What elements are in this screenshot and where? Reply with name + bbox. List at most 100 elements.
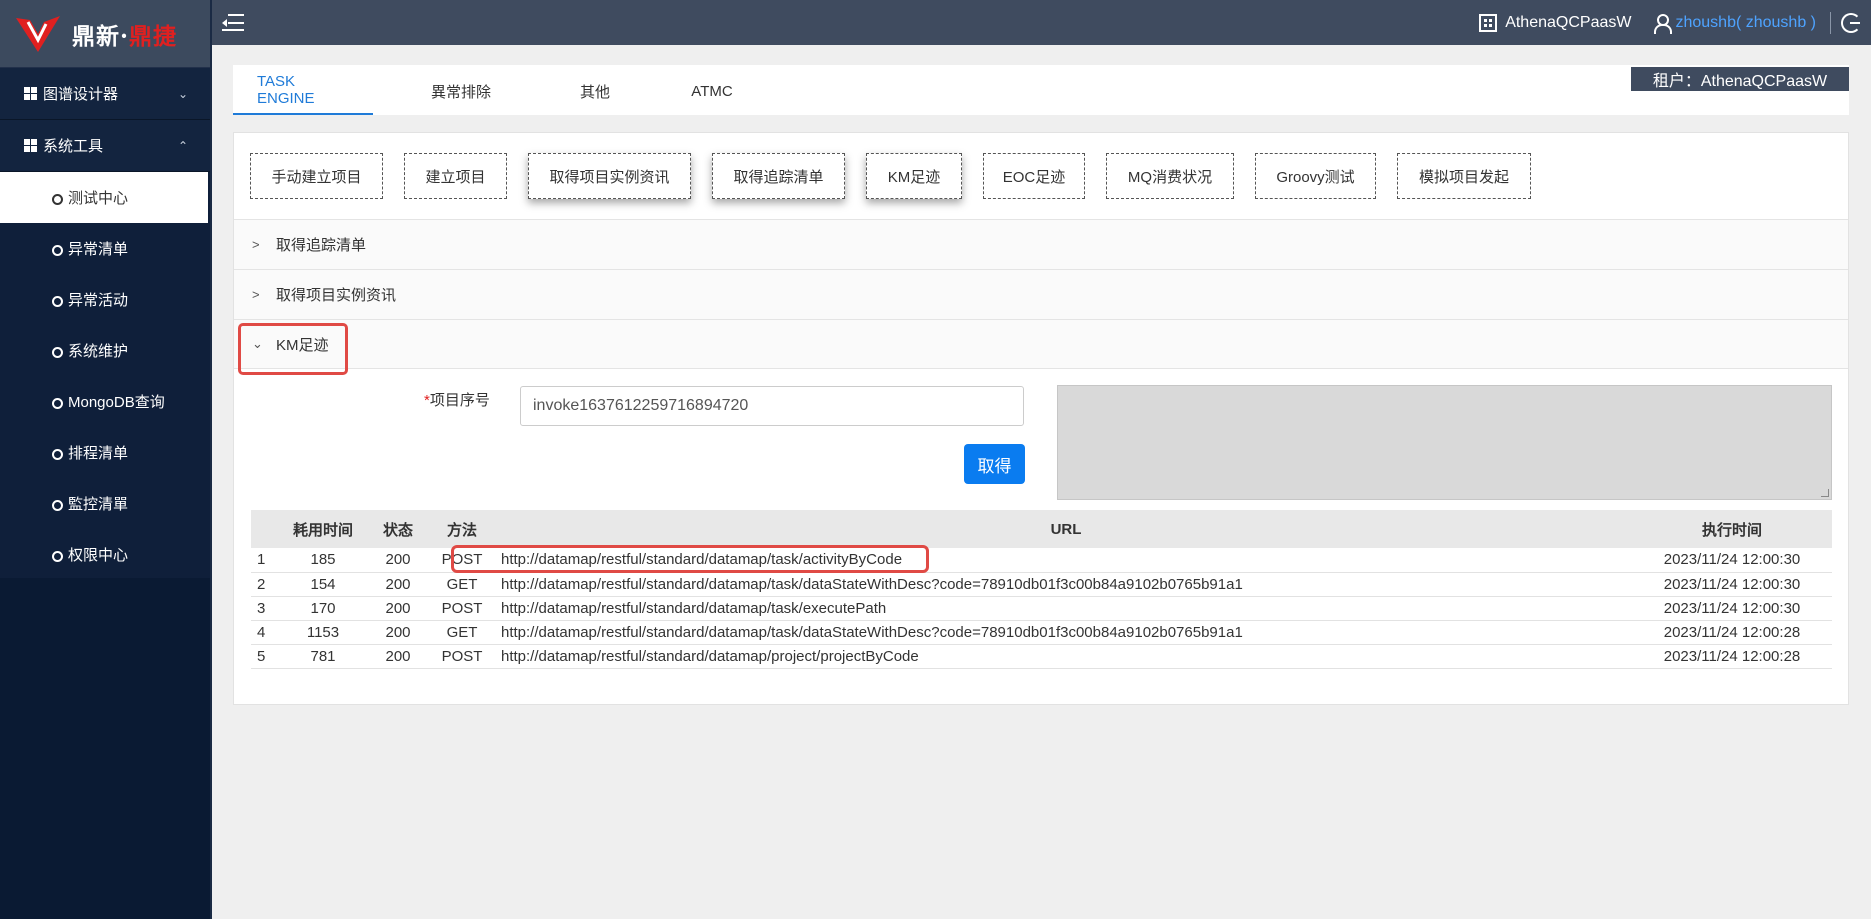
sidebar-item-label: 异常清单 (68, 241, 129, 258)
accordion-trace-list[interactable]: > 取得追踪清单 (234, 219, 1848, 269)
circle-icon (52, 245, 63, 256)
menu-toggle-icon[interactable] (222, 13, 244, 32)
top-bar: AthenaQCPaasW zhoushb( zhoushb ) (212, 0, 1871, 45)
col-method: 方法 (446, 521, 477, 539)
cell-exec-time: 2023/11/24 12:00:28 (1632, 620, 1832, 645)
tab-atmc[interactable]: ATMC (641, 67, 783, 115)
cell-time: 781 (287, 644, 359, 669)
cell-status: 200 (359, 620, 437, 645)
cell-time: 185 (287, 548, 359, 573)
sidebar-item-mongodb-query[interactable]: MongoDB查询 (0, 376, 210, 427)
result-textarea[interactable] (1057, 385, 1832, 500)
tenant-badge: 租户：AthenaQCPaasW (1631, 67, 1849, 91)
cell-time: 154 (287, 572, 359, 597)
cell-url: http://datamap/restful/standard/datamap/… (487, 644, 1632, 669)
circle-icon (52, 551, 63, 562)
user-icon (1653, 13, 1673, 34)
cell-url: http://datamap/restful/standard/datamap/… (487, 548, 1632, 573)
sidebar-item-system-maintenance[interactable]: 系统维护 (0, 325, 210, 376)
sidebar-group-graph-designer[interactable]: 图谱设计器 ⌄ (0, 68, 210, 120)
user-menu[interactable]: zhoushb( zhoushb ) (1653, 13, 1816, 34)
brand-logo-icon (16, 15, 60, 52)
mq-consume-status-button[interactable]: MQ消费状况 (1106, 153, 1234, 199)
sidebar-item-label: 排程清单 (68, 445, 129, 462)
project-id-label-text: 项目序号 (429, 392, 490, 409)
tab-other[interactable]: 其他 (549, 67, 641, 115)
accordion-label: 取得追踪清单 (276, 237, 367, 254)
cell-index: 4 (251, 620, 287, 645)
cell-exec-time: 2023/11/24 12:00:30 (1632, 572, 1832, 597)
get-project-instance-button[interactable]: 取得项目实例资讯 (528, 153, 691, 199)
circle-icon (52, 398, 63, 409)
cell-time: 1153 (287, 620, 359, 645)
sidebar-item-label: 权限中心 (68, 547, 129, 564)
grid-icon (24, 139, 37, 152)
cell-exec-time: 2023/11/24 12:00:28 (1632, 644, 1832, 669)
tab-exception-handling[interactable]: 異常排除 (373, 67, 549, 115)
sidebar-item-monitor-list[interactable]: 監控清單 (0, 478, 210, 529)
cell-status: 200 (359, 596, 437, 621)
main-panel: 手动建立项目 建立项目 取得项目实例资讯 取得追踪清单 KM足迹 EOC足迹 M… (233, 132, 1849, 705)
chevron-down-icon: ⌄ (177, 86, 188, 101)
sidebar-item-exception-activity[interactable]: 异常活动 (0, 274, 210, 325)
sidebar-item-permission-center[interactable]: 权限中心 (0, 529, 210, 580)
brand-sep: · (120, 22, 130, 50)
table-row: 5 781 200 POST http://datamap/restful/st… (251, 644, 1832, 669)
project-id-label: *项目序号 (424, 389, 490, 410)
sidebar-item-label: MongoDB查询 (68, 394, 165, 411)
sidebar-item-label: 异常活动 (68, 292, 129, 309)
chevron-right-icon: > (252, 287, 260, 302)
sidebar-empty-area (0, 578, 210, 919)
tenant-switcher[interactable]: AthenaQCPaasW (1479, 13, 1632, 32)
km-trace-form: *项目序号 取得 (234, 369, 1848, 509)
sidebar-item-exception-list[interactable]: 异常清单 (0, 223, 210, 274)
grid-icon (24, 87, 37, 100)
km-trace-button[interactable]: KM足迹 (866, 153, 962, 199)
circle-icon (52, 449, 63, 460)
cell-method: POST (437, 644, 487, 669)
cell-index: 2 (251, 572, 287, 597)
km-trace-table: 耗用时间 状态 方法 URL 执行时间 1 185 200 POST http:… (251, 510, 1832, 669)
fetch-button[interactable]: 取得 (964, 444, 1025, 484)
col-status: 状态 (382, 521, 413, 539)
chevron-up-icon: ⌃ (177, 138, 188, 153)
accordion-label: 取得项目实例资讯 (276, 287, 397, 304)
tenant-name: AthenaQCPaasW (1505, 13, 1632, 31)
accordion-km-trace[interactable]: ⌄ KM足迹 (234, 319, 1848, 375)
resize-handle-icon[interactable] (1821, 489, 1829, 497)
accordion-label: KM足迹 (276, 336, 329, 354)
sidebar: 鼎新·鼎捷 图谱设计器 ⌄ 系统工具 ⌃ 测试中心 异常清单 异常活动 系统维护… (0, 0, 212, 919)
brand-name-a: 鼎新 (72, 22, 120, 50)
simulate-project-launch-button[interactable]: 模拟项目发起 (1397, 153, 1531, 199)
manual-create-project-button[interactable]: 手动建立项目 (250, 153, 383, 199)
table-row: 4 1153 200 GET http://datamap/restful/st… (251, 620, 1832, 645)
cell-method: POST (437, 548, 487, 573)
sidebar-group-system-tools[interactable]: 系统工具 ⌃ (0, 120, 210, 172)
sidebar-item-test-center[interactable]: 测试中心 (0, 172, 208, 223)
cell-index: 3 (251, 596, 287, 621)
circle-icon (52, 194, 63, 205)
circle-icon (52, 347, 63, 358)
get-trace-list-button[interactable]: 取得追踪清单 (712, 153, 845, 199)
cell-status: 200 (359, 572, 437, 597)
main-tabs: TASK ENGINE 異常排除 其他 ATMC (233, 65, 1849, 115)
create-project-button[interactable]: 建立项目 (404, 153, 507, 199)
circle-icon (52, 296, 63, 307)
sidebar-item-schedule-list[interactable]: 排程清单 (0, 427, 210, 478)
brand: 鼎新·鼎捷 (0, 0, 210, 68)
chevron-down-icon: ⌄ (252, 336, 263, 351)
chevron-right-icon: > (252, 237, 260, 252)
project-id-input[interactable] (520, 386, 1024, 426)
cell-index: 1 (251, 548, 287, 573)
tab-task-engine[interactable]: TASK ENGINE (233, 67, 373, 115)
accordion-project-instance[interactable]: > 取得项目实例资讯 (234, 269, 1848, 319)
cell-url: http://datamap/restful/standard/datamap/… (487, 572, 1632, 597)
eoc-trace-button[interactable]: EOC足迹 (983, 153, 1085, 199)
logout-icon[interactable] (1841, 12, 1861, 33)
table-row: 3 170 200 POST http://datamap/restful/st… (251, 596, 1832, 621)
table-row: 2 154 200 GET http://datamap/restful/sta… (251, 572, 1832, 597)
col-url: URL (1050, 520, 1082, 538)
groovy-test-button[interactable]: Groovy测试 (1255, 153, 1376, 199)
col-time: 耗用时间 (292, 521, 353, 539)
cell-exec-time: 2023/11/24 12:00:30 (1632, 548, 1832, 573)
